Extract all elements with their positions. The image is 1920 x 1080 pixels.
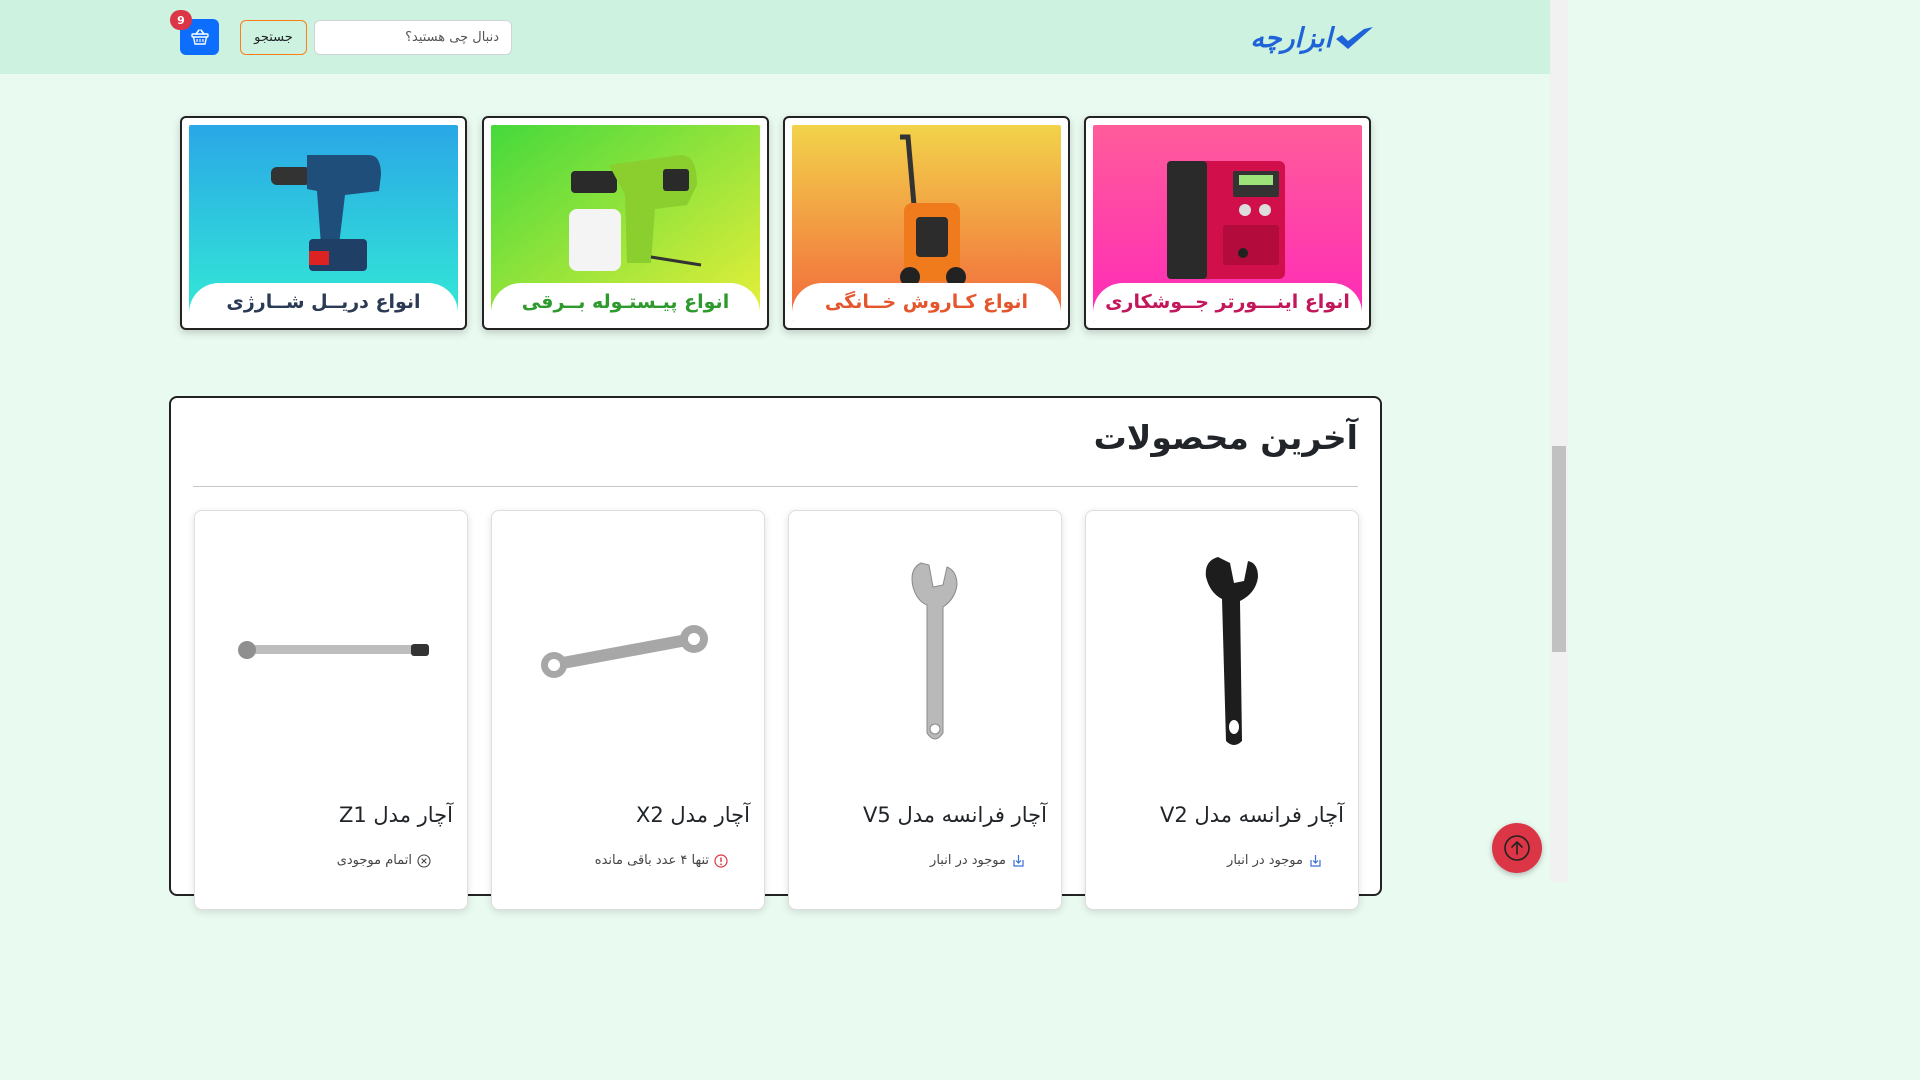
stock-status: اتمام موجودی (337, 853, 431, 868)
product-card[interactable]: آچار مدل X2 تنها ۴ عدد باقی مانده (491, 510, 765, 910)
category-banner: انواع اینـــورتر جــوشکاری (1093, 125, 1362, 321)
page-scrollbar-thumb[interactable] (1552, 446, 1566, 652)
stock-status: موجود در انبار (930, 853, 1025, 868)
stock-status-text: موجود در انبار (930, 853, 1006, 868)
category-cordless-drill[interactable]: انواع دریــل شــارژی (180, 116, 467, 330)
category-label: انواع دریــل شــارژی (226, 291, 421, 313)
logo-check-icon (1336, 27, 1373, 49)
category-label-wrap: انواع پیـستـوله بــرقی (491, 283, 760, 321)
stock-status: موجود در انبار (1227, 853, 1322, 868)
torque-wrench-image (238, 641, 429, 659)
search-button[interactable]: جستجو (240, 20, 307, 55)
category-label: انواع کـاروش خــانگی (824, 291, 1029, 313)
logo-text: ابزارچه (1250, 22, 1332, 54)
category-banner: انواع کـاروش خــانگی (792, 125, 1061, 321)
black-adjustable-wrench-image (1205, 557, 1258, 745)
site-header: ابزارچه جستجو 9 (0, 0, 1550, 74)
latest-products-section: آخرین محصولات آچار فرانسه مدل V2 موجود د… (169, 396, 1382, 910)
search-input[interactable] (314, 20, 512, 55)
stock-status-text: موجود در انبار (1227, 853, 1303, 868)
category-welding-inverter[interactable]: انواع اینـــورتر جــوشکاری (1084, 116, 1371, 330)
site-logo[interactable]: ابزارچه (1232, 18, 1374, 58)
stock-status-text: اتمام موجودی (336, 853, 412, 868)
basket-icon (190, 29, 209, 45)
category-label-wrap: انواع دریــل شــارژی (189, 283, 458, 321)
arrow-up-circle-icon (1504, 835, 1530, 861)
category-banner: انواع پیـستـوله بــرقی (491, 125, 760, 321)
product-title[interactable]: آچار فرانسه مدل V5 (863, 803, 1047, 827)
category-label-wrap: انواع اینـــورتر جــوشکاری (1093, 283, 1362, 321)
category-spray-gun[interactable]: انواع پیـستـوله بــرقی (482, 116, 769, 330)
exclamation-circle-icon (714, 853, 728, 868)
product-card[interactable]: آچار فرانسه مدل V2 موجود در انبار (1085, 510, 1359, 910)
category-label-wrap: انواع کـاروش خــانگی (792, 283, 1061, 321)
product-card[interactable]: آچار مدل Z1 اتمام موجودی (194, 510, 468, 910)
category-pressure-washer[interactable]: انواع کـاروش خــانگی (783, 116, 1070, 330)
section-divider (193, 486, 1358, 487)
category-banner: انواع دریــل شــارژی (189, 125, 458, 321)
section-title: آخرین محصولات (1093, 418, 1358, 457)
product-card[interactable]: آچار فرانسه مدل V5 موجود در انبار (788, 510, 1062, 910)
category-label: انواع اینـــورتر جــوشکاری (1105, 291, 1350, 313)
back-to-top-button[interactable] (1492, 823, 1542, 873)
box-arrow-in-icon (1011, 854, 1025, 868)
stock-status-text: تنها ۴ عدد باقی مانده (594, 853, 709, 868)
chrome-adjustable-wrench-image (911, 562, 958, 740)
category-label: انواع پیـستـوله بــرقی (521, 291, 730, 313)
cart-count-badge: 9 (170, 10, 192, 30)
page-scrollbar-track[interactable] (1550, 0, 1568, 882)
box-arrow-in-icon (1308, 854, 1322, 868)
product-title[interactable]: آچار مدل Z1 (339, 803, 453, 827)
open-end-wrench-image (541, 625, 708, 678)
product-title[interactable]: آچار مدل X2 (636, 803, 750, 827)
stock-status: تنها ۴ عدد باقی مانده (595, 853, 728, 868)
x-circle-icon (417, 853, 431, 868)
product-title[interactable]: آچار فرانسه مدل V2 (1160, 803, 1344, 827)
